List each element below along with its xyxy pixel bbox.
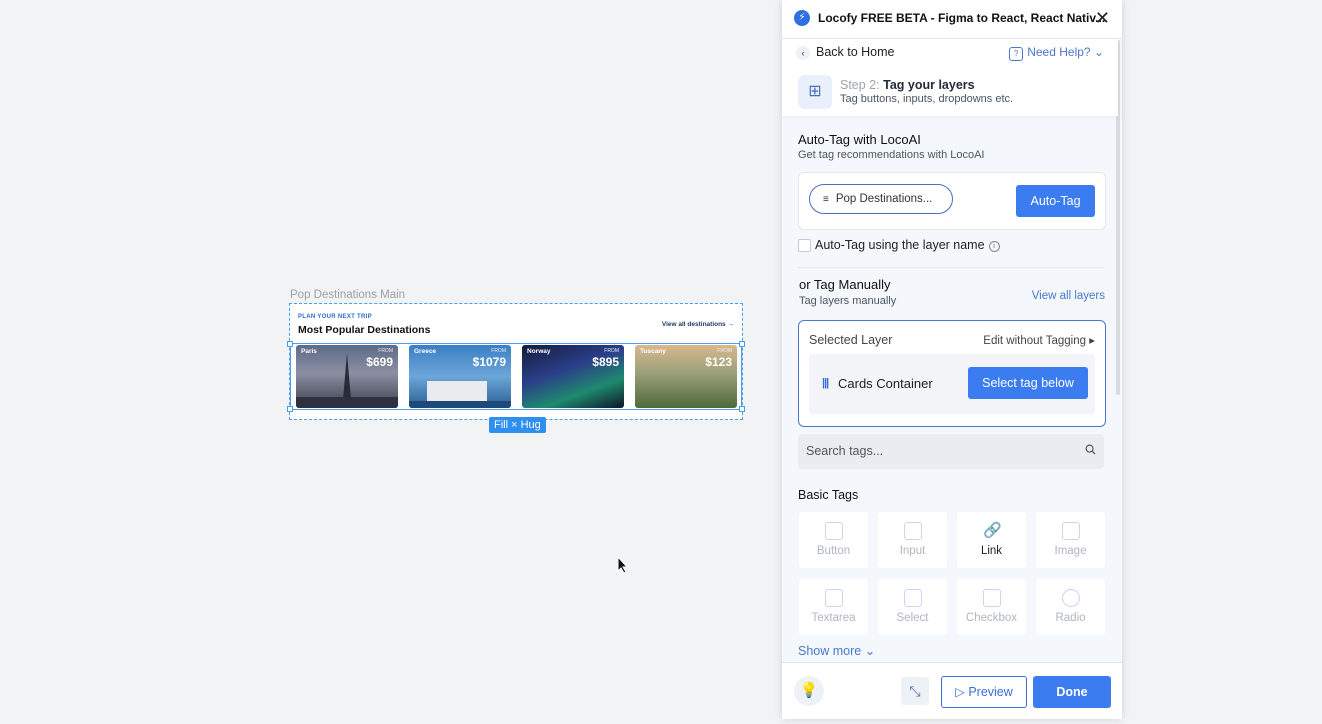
- back-to-home-button[interactable]: ‹ Back to Home: [796, 45, 895, 60]
- tag-label: Image: [1054, 545, 1087, 557]
- tag-label: Select: [896, 612, 929, 624]
- info-icon[interactable]: i: [988, 241, 1000, 252]
- close-icon[interactable]: ✕: [1095, 9, 1110, 27]
- mouse-cursor-icon: [617, 556, 629, 574]
- tag-link[interactable]: 🔗 Link: [957, 512, 1026, 568]
- frame-label[interactable]: Pop Destinations Main: [290, 289, 405, 301]
- tag-label: Link: [980, 545, 1003, 557]
- collapse-icon[interactable]: ⤡: [901, 677, 929, 705]
- auto-tag-box: ≡ Pop Destinations... Auto-Tag: [798, 172, 1106, 230]
- need-help-dropdown[interactable]: ? Need Help? ⌄: [1009, 45, 1104, 61]
- card-norway[interactable]: Norway FROM $895: [522, 345, 624, 408]
- manual-tag-heading: or Tag Manually: [799, 277, 891, 292]
- card-price: $699: [366, 355, 393, 369]
- locofy-logo-icon: ⚡: [794, 10, 810, 26]
- tag-radio[interactable]: Radio: [1036, 579, 1105, 635]
- link-icon: 🔗: [983, 522, 1002, 539]
- tag-select[interactable]: Select: [878, 579, 947, 635]
- manual-tag-subtitle: Tag layers manually: [799, 295, 897, 307]
- tag-input[interactable]: Input: [878, 512, 947, 568]
- checkbox-icon: [983, 589, 1001, 607]
- card-from: FROM: [491, 348, 506, 354]
- radio-icon: [1062, 589, 1080, 607]
- card-name: Greece: [414, 348, 437, 355]
- view-all-destinations-link[interactable]: View all destinations →: [662, 321, 734, 328]
- textarea-icon: [825, 589, 843, 607]
- image-icon: [1062, 522, 1080, 540]
- tag-label: Button: [816, 545, 851, 557]
- show-more-button[interactable]: Show more ⌄: [798, 643, 875, 658]
- auto-tag-subtitle: Get tag recommendations with LocoAI: [798, 149, 985, 161]
- chevron-down-icon: ⌄: [1093, 45, 1104, 59]
- search-icon[interactable]: [1085, 444, 1096, 455]
- search-placeholder: Search tags...: [806, 444, 884, 458]
- chevron-left-icon: ‹: [796, 46, 810, 60]
- pop-destinations-frame[interactable]: PLAN YOUR NEXT TRIP Most Popular Destina…: [289, 303, 743, 420]
- tag-layers-icon: ⊞: [798, 75, 832, 109]
- help-icon: ?: [1009, 47, 1024, 61]
- done-button[interactable]: Done: [1033, 676, 1111, 708]
- auto-tag-button[interactable]: Auto-Tag: [1016, 185, 1095, 217]
- card-from: FROM: [717, 348, 732, 354]
- selected-layer-row: ||| Cards Container Select tag below: [809, 354, 1095, 414]
- plugin-titlebar: ⚡ Locofy FREE BETA - Figma to React, Rea…: [782, 0, 1122, 39]
- card-from: FROM: [378, 348, 393, 354]
- size-badge: Fill × Hug: [489, 417, 546, 433]
- auto-tag-layer-name-checkbox[interactable]: [798, 239, 811, 252]
- resize-handle[interactable]: [287, 406, 293, 412]
- button-icon: [825, 522, 843, 540]
- card-from: FROM: [604, 348, 619, 354]
- card-name: Paris: [301, 348, 317, 355]
- selected-layer-box: Selected Layer Edit without Tagging ▸ ||…: [798, 320, 1106, 427]
- tag-textarea[interactable]: Textarea: [799, 579, 868, 635]
- tag-label: Radio: [1055, 612, 1086, 624]
- tag-label: Input: [899, 545, 926, 557]
- card-paris[interactable]: Paris FROM $699: [296, 345, 398, 408]
- frame-title: Most Popular Destinations: [298, 324, 431, 336]
- step-title: Step 2: Tag your layers: [840, 78, 975, 92]
- card-name: Tuscany: [640, 348, 666, 355]
- arrow-right-icon: →: [727, 321, 735, 328]
- tag-image[interactable]: Image: [1036, 512, 1105, 568]
- layer-name: Cards Container: [838, 376, 933, 391]
- preview-button[interactable]: ▷ Preview: [941, 676, 1027, 708]
- select-icon: [904, 589, 922, 607]
- card-name: Norway: [527, 348, 551, 355]
- tag-label: Textarea: [811, 612, 856, 624]
- layer-selector-pill[interactable]: ≡ Pop Destinations...: [809, 184, 953, 214]
- list-icon: ≡: [823, 194, 829, 205]
- input-icon: [904, 522, 922, 540]
- select-tag-below-button[interactable]: Select tag below: [968, 367, 1088, 399]
- tag-label: Checkbox: [965, 612, 1018, 624]
- eyebrow-text: PLAN YOUR NEXT TRIP: [298, 314, 372, 320]
- play-small-icon: ▸: [1089, 335, 1095, 347]
- resize-handle[interactable]: [287, 341, 293, 347]
- locofy-plugin-panel: ⚡ Locofy FREE BETA - Figma to React, Rea…: [782, 0, 1122, 719]
- tag-checkbox[interactable]: Checkbox: [957, 579, 1026, 635]
- edit-without-tagging-button[interactable]: Edit without Tagging ▸: [983, 333, 1095, 347]
- card-price: $1079: [472, 355, 506, 369]
- selected-layer-label: Selected Layer: [809, 333, 893, 347]
- plugin-title: Locofy FREE BETA - Figma to React, React…: [818, 11, 1106, 25]
- resize-handle[interactable]: [739, 341, 745, 347]
- container-icon: |||: [822, 377, 829, 389]
- card-greece[interactable]: Greece FROM $1079: [409, 345, 511, 408]
- basic-tags-heading: Basic Tags: [798, 488, 859, 502]
- auto-tag-checkbox-label: Auto-Tag using the layer name i: [815, 238, 1000, 252]
- resize-handle[interactable]: [739, 406, 745, 412]
- search-tags-input[interactable]: Search tags...: [798, 434, 1104, 469]
- panel-footer: 💡 ⤡ ▷ Preview Done: [782, 662, 1122, 719]
- card-price: $123: [705, 355, 732, 369]
- card-price: $895: [592, 355, 619, 369]
- auto-tag-heading: Auto-Tag with LocoAI: [798, 132, 921, 147]
- tag-button[interactable]: Button: [799, 512, 868, 568]
- play-icon: ▷: [955, 685, 965, 699]
- lightbulb-icon[interactable]: 💡: [794, 676, 824, 706]
- divider: [798, 267, 1104, 268]
- view-all-layers-link[interactable]: View all layers: [1032, 290, 1105, 302]
- chevron-down-icon: ⌄: [864, 644, 876, 658]
- card-tuscany[interactable]: Tuscany FROM $123: [635, 345, 737, 408]
- step-subtitle: Tag buttons, inputs, dropdowns etc.: [840, 93, 1014, 105]
- cards-container[interactable]: Paris FROM $699 Greece FROM $1079 Norway…: [290, 343, 742, 410]
